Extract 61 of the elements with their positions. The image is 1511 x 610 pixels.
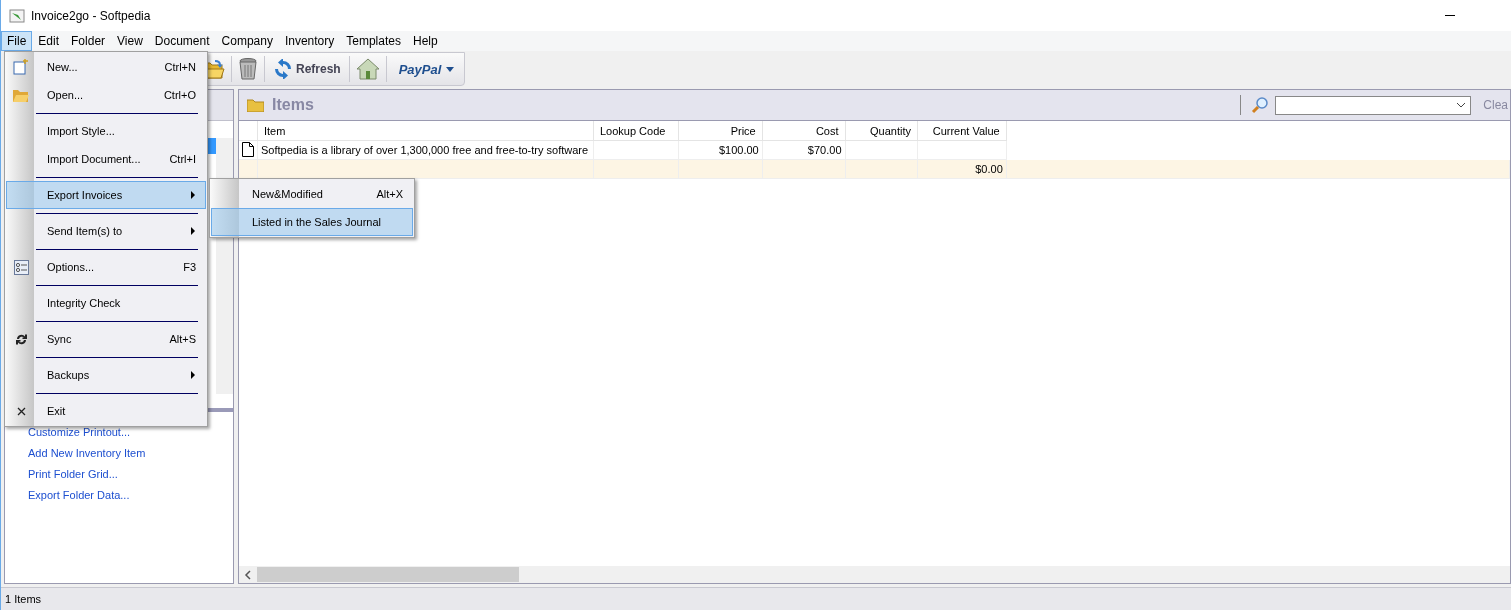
task-link[interactable]: Print Folder Grid... (28, 467, 233, 481)
options-icon (13, 259, 29, 275)
window-title: Invoice2go - Softpedia (31, 8, 151, 23)
menu-item[interactable]: Inventory (278, 31, 341, 51)
menu-item[interactable]: Import Style... (6, 117, 206, 145)
document-icon (242, 141, 254, 157)
refresh-icon (273, 59, 293, 79)
menu-item[interactable]: Templates (340, 31, 407, 51)
submenu-arrow-icon (191, 227, 195, 235)
home-icon[interactable] (355, 58, 380, 80)
folder-icon (13, 88, 29, 102)
menu-item[interactable]: Edit (32, 31, 66, 51)
close-icon (16, 406, 26, 416)
trash-icon[interactable] (238, 57, 258, 81)
paypal-dropdown[interactable]: PayPal (392, 61, 457, 77)
app-icon (9, 7, 25, 24)
menu-item[interactable]: Open... Ctrl+O (6, 81, 206, 109)
menu-item[interactable]: Folder (65, 31, 112, 51)
column-header[interactable]: Quantity (845, 121, 918, 141)
column-header[interactable]: Price (678, 121, 763, 141)
caret-icon (1456, 102, 1467, 108)
table-cell: $100.00 (678, 140, 763, 160)
table-cell: Softpedia is a library of over 1,300,000 free and free-to-try software (257, 140, 594, 160)
menu-item[interactable]: Integrity Check (6, 289, 206, 317)
status-text: 1 Items (5, 593, 42, 605)
menu-item[interactable]: New... Ctrl+N (6, 53, 206, 81)
column-header[interactable]: Current Value (917, 121, 1007, 141)
search-icon (1251, 96, 1270, 114)
menu-item[interactable]: New&Modified Alt+X (211, 180, 413, 208)
minimize-icon[interactable] (1445, 14, 1455, 17)
menu-item[interactable]: Document (148, 31, 216, 51)
column-header[interactable]: Cost (762, 121, 845, 141)
menu-item[interactable]: Backups (6, 361, 206, 389)
search-field[interactable] (1275, 95, 1472, 115)
task-link[interactable]: Add New Inventory Item (28, 446, 233, 460)
refresh-button[interactable]: Refresh (271, 59, 343, 79)
menu-item[interactable]: Help (406, 31, 444, 51)
menu-item[interactable]: File (1, 31, 33, 51)
menu-item[interactable]: Options... F3 (6, 253, 206, 281)
task-link[interactable]: Customize Printout... (28, 425, 233, 439)
menu-item[interactable]: Sync Alt+S (6, 325, 206, 353)
sync-icon (14, 332, 28, 346)
new-document-icon (13, 59, 29, 75)
menu-item[interactable]: Exit (6, 397, 206, 425)
panel-title: Items (272, 96, 314, 114)
menu-item[interactable]: Send Item(s) to (6, 217, 206, 245)
table-cell: $70.00 (762, 140, 845, 160)
folder-icon (247, 98, 264, 112)
column-header[interactable]: Lookup Code (593, 121, 679, 141)
submenu-arrow-icon (191, 371, 195, 379)
menu-item[interactable]: Export Invoices (6, 181, 206, 209)
caret-icon (446, 66, 455, 72)
scrollbar-thumb[interactable] (257, 567, 519, 582)
submenu-arrow-icon (191, 191, 195, 199)
menu-item[interactable]: Import Document... Ctrl+I (6, 145, 206, 173)
menu-item[interactable]: Listed in the Sales Journal (211, 208, 413, 236)
scroll-left-icon[interactable] (243, 569, 253, 580)
menu-item[interactable]: View (111, 31, 149, 51)
column-header[interactable]: Item (257, 121, 594, 141)
menu-item[interactable]: Company (215, 31, 279, 51)
task-link[interactable]: Export Folder Data... (28, 488, 233, 502)
